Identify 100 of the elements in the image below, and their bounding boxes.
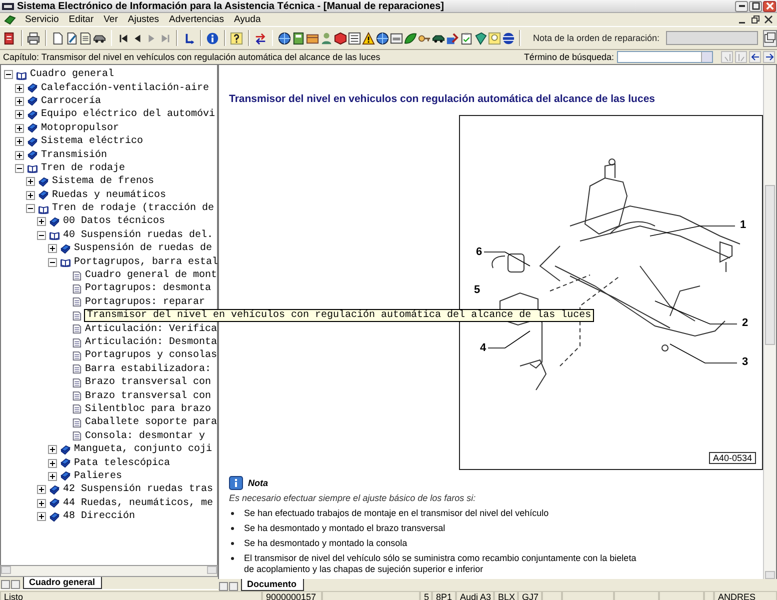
tree-item[interactable]: Portagrupos: desmonta [84,283,212,294]
tree-item[interactable]: 40 Suspensión ruedas del. [62,230,214,241]
scroll-left-button[interactable] [1,580,10,589]
tree-item[interactable]: Portagrupos: reparar [84,296,206,308]
scroll-left-button[interactable] [219,582,228,591]
page-icon[interactable] [51,32,64,44]
tree-item[interactable]: Calefacción-ventilación-aire [40,82,210,94]
warning-icon[interactable] [362,32,375,44]
expand-toggle[interactable] [48,458,57,468]
clipboard-icon[interactable] [460,32,473,44]
tree-item-tooltip[interactable]: Transmisor del nivel en vehículos con regulación automática del alcance de las luces [84,309,594,322]
expand-toggle[interactable] [26,190,35,200]
scroll-right-button[interactable] [11,580,20,589]
tree-item[interactable]: Tren de rodaje (tracción de [51,203,216,214]
tree-item[interactable]: Brazo transversal con [84,390,212,402]
menu-item[interactable]: Ajustes [122,14,164,25]
scroll-right-button[interactable] [229,582,238,591]
app-logo [2,2,14,10]
tree-item[interactable]: Consola: desmontar y [84,430,206,442]
expand-toggle[interactable] [48,445,57,454]
tree-item[interactable]: Sistema eléctrico [40,136,144,148]
collapse-toggle[interactable] [48,258,57,267]
jump-forward-button[interactable] [763,51,775,63]
tree-item[interactable]: Articulación: Desmonta [84,337,218,348]
document-icon[interactable] [79,32,92,44]
tree-item[interactable]: 48 Dirección [62,511,136,522]
tree-item[interactable]: Carrocería [40,96,102,107]
tree-item[interactable]: 00 Datos técnicos [62,216,166,228]
light-bulb-icon[interactable] [488,32,501,44]
close-button[interactable] [763,0,776,12]
globe-icon[interactable] [376,32,389,44]
menu-item[interactable]: Ayuda [228,14,266,25]
tree-item[interactable]: Tren de rodaje [40,162,126,174]
tree-item[interactable]: 42 Suspensión ruedas tras [62,484,214,496]
tree-item[interactable]: Mangueta, conjunto coji [73,444,214,456]
tree-item[interactable]: Articulación: Verifica [84,324,218,335]
tab[interactable]: Documento [241,579,304,591]
search-dropdown[interactable] [617,51,713,63]
swap-arrows-icon[interactable] [254,32,268,44]
info-icon[interactable] [206,32,220,44]
tree-item[interactable]: Barra estabilizadora: [84,364,212,375]
restore-icon[interactable] [751,15,760,24]
box-icon[interactable] [306,32,319,44]
exit-icon[interactable] [3,32,16,44]
tab[interactable]: Cuadro general [23,577,102,589]
tree-item[interactable]: Palieres [73,470,124,482]
collapse-toggle[interactable] [26,204,35,214]
expand-toggle[interactable] [37,498,46,508]
expand-toggle[interactable] [26,177,35,186]
tree-item[interactable]: Caballete soporte para [84,417,218,428]
tree-item[interactable]: Sistema de frenos [51,176,156,188]
cube-icon[interactable] [334,32,347,44]
menu-item[interactable]: Advertencias [164,14,229,25]
tree-item[interactable]: Transmisión [40,150,108,161]
expand-toggle[interactable] [37,512,46,522]
pencil-icon[interactable] [65,32,78,44]
tree-item[interactable]: Equipo eléctrico del automóvi [40,109,216,120]
collapse-toggle[interactable] [4,70,13,80]
expand-toggle[interactable] [15,96,24,106]
globe-icon[interactable] [278,32,291,44]
menu-item[interactable]: Servicio [20,14,64,25]
tree-item[interactable]: Pata telescópica [73,458,172,469]
tree-item[interactable]: Portagrupos, barra estal [73,256,220,268]
tree-item[interactable]: 44 Ruedas, neumáticos, me [62,498,214,509]
globe-icon[interactable] [502,32,515,44]
leaf-icon[interactable] [404,32,417,44]
expand-toggle[interactable] [15,150,24,160]
tree-item[interactable]: Cuadro general [29,69,116,80]
collapse-toggle[interactable] [37,230,46,240]
menu-item[interactable]: Ver [98,14,123,25]
tree-item[interactable]: Brazo transversal con [84,377,212,388]
expand-toggle[interactable] [15,137,24,146]
tree-item[interactable]: Portagrupos y consolas [84,350,218,362]
close-icon[interactable] [764,15,773,24]
tray-icon[interactable] [390,32,403,44]
horizontal-scrollbar[interactable] [0,565,218,577]
tree-item[interactable]: Ruedas y neumáticos [51,190,168,201]
expand-toggle[interactable] [48,244,57,254]
tree-item[interactable]: Motopropulsor [40,122,120,134]
collapse-toggle[interactable] [15,164,24,173]
expand-toggle[interactable] [15,124,24,133]
expand-toggle[interactable] [37,217,46,226]
printer-icon[interactable] [27,32,40,44]
vertical-scrollbar[interactable] [763,65,776,579]
jump-back-button[interactable] [749,51,761,63]
expand-toggle[interactable] [15,110,24,120]
list-icon[interactable] [348,32,361,44]
expand-toggle[interactable] [15,84,24,93]
minimize-button[interactable] [735,0,748,12]
tree-item[interactable]: Silentbloc para brazo [84,404,212,415]
tree-item[interactable]: Suspensión de ruedas de [73,243,214,254]
notes-button[interactable] [762,30,777,46]
repair-order-field[interactable] [666,31,758,45]
expand-toggle[interactable] [48,472,57,481]
maximize-button[interactable] [749,0,762,12]
tree-item[interactable]: Cuadro general de mont [84,270,218,282]
menu-item[interactable]: Editar [64,14,99,25]
question-icon[interactable] [230,32,244,44]
expand-toggle[interactable] [37,485,46,494]
open-book-icon [60,257,71,268]
